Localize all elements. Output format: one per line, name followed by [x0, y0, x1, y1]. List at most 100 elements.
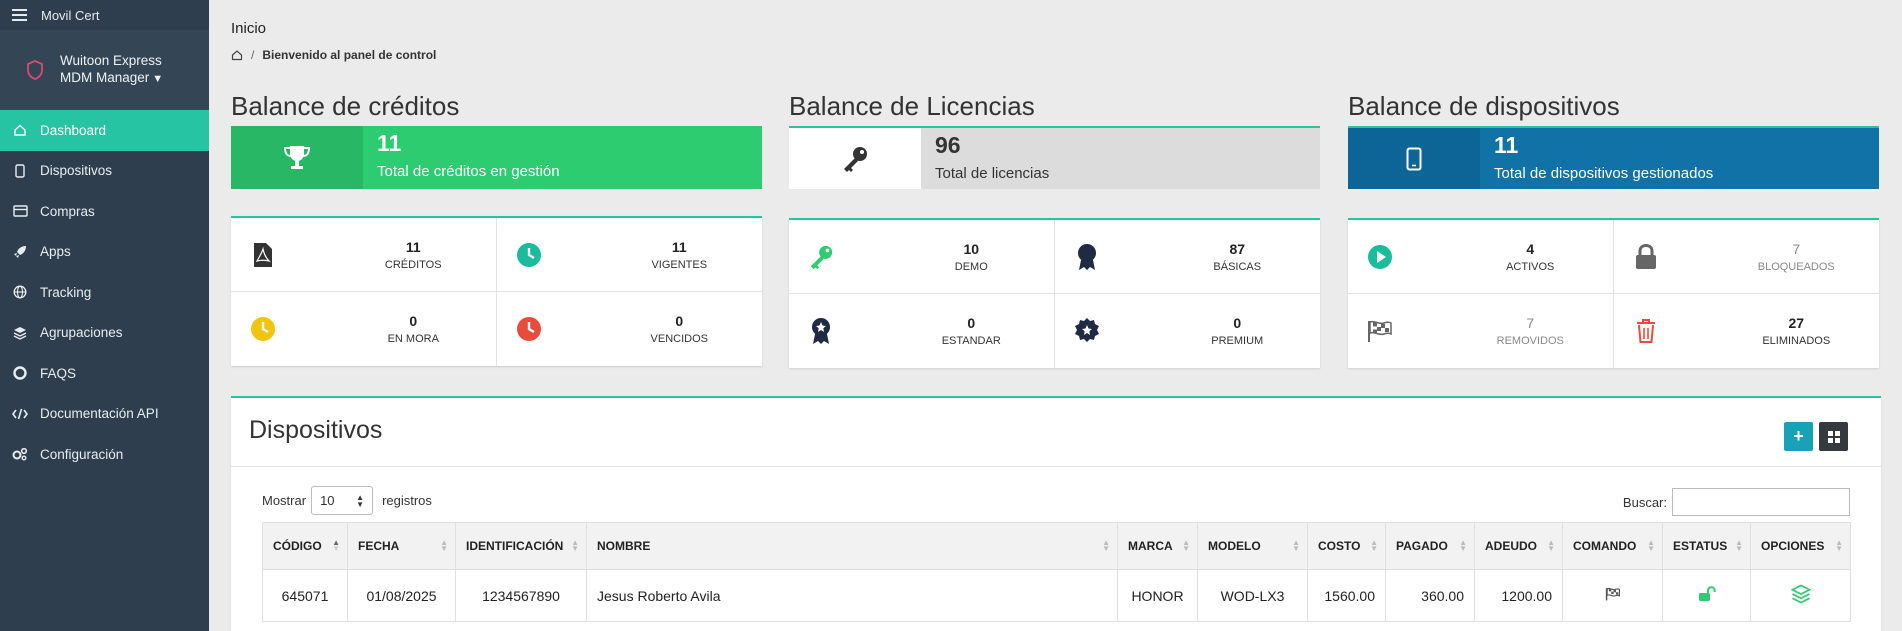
medal-icon: [1073, 317, 1101, 345]
stat-label: ELIMINADOS: [1762, 335, 1831, 347]
rocket-icon: [12, 244, 28, 260]
col-marca[interactable]: MARCA ▲ ▼: [1117, 522, 1198, 570]
records-label: registros: [382, 493, 432, 508]
stat-bloqueados: 7 BLOQUEADOS: [1613, 220, 1879, 294]
cell-modelo: WOD-LX3: [1197, 569, 1308, 622]
sidebar-item-faqs[interactable]: FAQS: [0, 353, 209, 394]
sidebar-item-apps[interactable]: Apps: [0, 232, 209, 273]
sidebar-item-tracking[interactable]: Tracking: [0, 272, 209, 313]
stat-label: PREMIUM: [1211, 335, 1264, 347]
sort-icon: ▲ ▼: [1735, 538, 1743, 553]
sidebar-item-agrupaciones[interactable]: Agrupaciones: [0, 313, 209, 354]
grid-view-button[interactable]: [1819, 422, 1848, 451]
stat-vigentes: 11 VIGENTES: [496, 218, 762, 292]
creditos-total-label: Total de créditos en gestión: [377, 163, 560, 180]
show-label: Mostrar: [262, 493, 307, 508]
col-fecha[interactable]: FECHA ▲ ▼: [347, 522, 456, 570]
cell-opciones: [1750, 569, 1851, 622]
creditos-total: 11: [377, 130, 402, 156]
search-input[interactable]: [1672, 488, 1850, 516]
sort-icon: ▲ ▼: [1459, 538, 1467, 553]
dispositivos-stats: 4 ACTIVOS 7 BLOQUEADOS 7 REMOVIDOS 27 ELIMIN…: [1348, 218, 1879, 368]
dispositivos-total: 11: [1494, 132, 1519, 158]
divider: [231, 466, 1881, 467]
col-opciones[interactable]: OPCIONES ▲ ▼: [1750, 522, 1851, 570]
sidebar-item-dispositivos[interactable]: Dispositivos: [0, 151, 209, 192]
account-selector[interactable]: Wuitoon Express MDM Manager ▼: [0, 30, 209, 110]
sidebar-item-documentacion-api[interactable]: Documentación API: [0, 394, 209, 435]
stat-label: REMOVIDOS: [1496, 335, 1564, 347]
search-control: Buscar:: [1623, 488, 1850, 516]
sidebar-nav: Dashboard Dispositivos Compras Apps Trac…: [0, 110, 209, 475]
card-icon: [12, 203, 28, 219]
sidebar-item-label: Documentación API: [40, 406, 159, 422]
devices-title: Dispositivos: [249, 416, 383, 444]
sort-icon: ▲ ▼: [1835, 538, 1843, 553]
page-length-select[interactable]: 10 ▲ ▼: [311, 486, 374, 515]
cell-pagado: 360.00: [1385, 569, 1475, 622]
app-header: Movil Cert: [0, 0, 209, 30]
app-name: Movil Cert: [41, 7, 100, 23]
sidebar-item-configuracion[interactable]: Configuración: [0, 434, 209, 475]
stat-removidos: 7 REMOVIDOS: [1348, 294, 1614, 368]
sidebar-item-label: Apps: [40, 244, 71, 260]
stat-value: 11: [671, 238, 687, 255]
stat-label: EN MORA: [387, 333, 439, 345]
stat-label: BLOQUEADOS: [1757, 260, 1835, 273]
code-icon: [12, 406, 28, 422]
devices-table: CÓDIGO ▲ ▼ FECHA ▲ ▼ IDENTIFICACIÓN ▲ ▼ NOMBRE…: [262, 522, 1851, 622]
sort-icon: ▲ ▼: [571, 538, 579, 553]
stat-value: 10: [963, 240, 980, 257]
stat-value: 0: [409, 313, 418, 329]
stat-eliminados: 27 ELIMINADOS: [1614, 294, 1880, 368]
trophy-icon: [231, 126, 363, 189]
stat-demo: 10 DEMO: [789, 220, 1055, 294]
stat-estandar: 0 ESTANDAR: [789, 294, 1055, 368]
stat-basicas: 87 BÁSICAS: [1054, 220, 1320, 294]
cell-costo: 1560.00: [1307, 569, 1386, 622]
col-nombre[interactable]: NOMBRE ▲ ▼: [586, 522, 1118, 570]
phone-icon: [1348, 128, 1480, 189]
col-adeudo[interactable]: ADEUDO ▲ ▼: [1474, 522, 1563, 570]
updown-icon: ▲ ▼: [356, 492, 365, 509]
col-codigo[interactable]: CÓDIGO ▲ ▼: [262, 522, 348, 570]
sidebar-item-label: Agrupaciones: [40, 325, 123, 341]
unlock-icon[interactable]: [1698, 586, 1716, 602]
licencias-total-box: 96 Total de licencias: [789, 126, 1320, 189]
grid-icon: [1827, 430, 1840, 443]
col-comando[interactable]: COMANDO ▲ ▼: [1562, 522, 1663, 570]
pdf-file-icon: [249, 241, 277, 269]
stat-vencidos: 0 VENCIDOS: [497, 292, 763, 366]
clock-icon: [515, 315, 543, 343]
sidebar-item-compras[interactable]: Compras: [0, 191, 209, 232]
breadcrumb-current: Bienvenido al panel de control: [262, 48, 437, 62]
sort-icon: ▲ ▼: [1182, 538, 1190, 553]
col-modelo[interactable]: MODELO ▲ ▼: [1197, 522, 1308, 570]
key-icon: [789, 128, 921, 189]
cell-estatus: [1662, 569, 1751, 622]
checkered-flag-icon[interactable]: [1605, 587, 1621, 601]
stat-label: VENCIDOS: [650, 333, 708, 345]
breadcrumb-separator: /: [251, 48, 255, 62]
sidebar-item-dashboard[interactable]: Dashboard: [0, 110, 209, 151]
layers-icon[interactable]: [1790, 584, 1811, 604]
key-icon: [807, 243, 835, 271]
col-identificacion[interactable]: IDENTIFICACIÓN ▲ ▼: [455, 522, 587, 570]
sidebar-item-label: Compras: [40, 203, 95, 219]
col-costo[interactable]: COSTO ▲ ▼: [1307, 522, 1386, 570]
licencias-title: Balance de Licencias: [789, 91, 1035, 121]
home-icon[interactable]: [231, 49, 243, 61]
sidebar-item-label: Dispositivos: [40, 163, 113, 179]
cell-fecha: 01/08/2025: [347, 569, 456, 622]
phone-icon: [12, 163, 28, 179]
stat-value: 27: [1788, 315, 1805, 331]
stat-activos: 4 ACTIVOS: [1348, 220, 1614, 294]
sidebar-item-label: Dashboard: [40, 122, 107, 138]
award-icon: [1073, 243, 1101, 271]
add-device-button[interactable]: +: [1784, 422, 1813, 451]
cogs-icon: [12, 446, 28, 462]
stat-value: 11: [405, 238, 421, 255]
col-estatus[interactable]: ESTATUS ▲ ▼: [1662, 522, 1751, 570]
col-pagado[interactable]: PAGADO ▲ ▼: [1385, 522, 1475, 570]
menu-icon[interactable]: [12, 9, 27, 21]
